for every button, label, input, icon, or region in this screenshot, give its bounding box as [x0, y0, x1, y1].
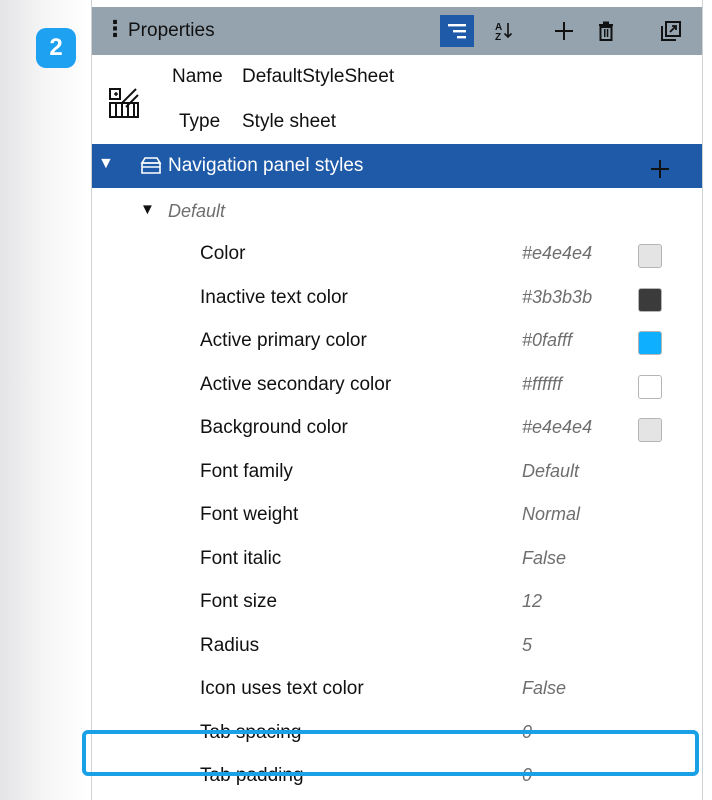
property-row[interactable]: Color #e4e4e4	[92, 233, 702, 276]
sort-alphabetical-button[interactable]: A Z	[487, 15, 521, 47]
property-value[interactable]: #e4e4e4	[522, 243, 592, 264]
property-value[interactable]: False	[522, 548, 566, 569]
property-row[interactable]: Icon uses text color False	[92, 668, 702, 711]
delete-button[interactable]	[589, 15, 623, 47]
property-name: Font weight	[200, 504, 299, 525]
property-row[interactable]: Font family Default	[92, 451, 702, 494]
plus-icon	[555, 22, 573, 40]
type-label: Type	[179, 111, 221, 132]
property-name: Font family	[200, 460, 293, 482]
section-navigation-panel-styles[interactable]: ▼ Navigation panel styles	[92, 144, 702, 188]
property-value[interactable]: Default	[522, 461, 579, 482]
name-value: DefaultStyleSheet	[242, 66, 395, 87]
expand-caret-icon[interactable]: ▼	[98, 155, 114, 173]
property-value[interactable]: #0fafff	[522, 330, 572, 351]
property-value[interactable]: 5	[522, 635, 532, 656]
property-name: Active primary color	[200, 330, 367, 351]
color-swatch[interactable]	[638, 331, 662, 355]
property-value[interactable]: #3b3b3b	[522, 287, 592, 308]
panel-title: Properties	[128, 20, 215, 41]
trash-icon	[599, 21, 613, 41]
property-name: Tab padding	[200, 765, 304, 786]
property-name: Color	[200, 243, 246, 264]
property-name: Inactive text color	[200, 286, 348, 308]
property-row[interactable]: Radius 5	[92, 625, 702, 668]
style-sheet-icon	[109, 88, 139, 118]
color-swatch[interactable]	[638, 374, 662, 399]
property-name: Active secondary color	[200, 373, 392, 395]
property-name: Font size	[200, 591, 278, 612]
categorize-icon	[448, 24, 466, 39]
add-button[interactable]	[547, 15, 581, 47]
property-value[interactable]: 0	[522, 722, 532, 743]
property-name: Background color	[200, 417, 348, 438]
subsection-default[interactable]: ▼ Default	[92, 189, 702, 233]
name-label: Name	[172, 66, 223, 87]
property-row[interactable]: Background color #e4e4e4	[92, 407, 702, 450]
color-swatch[interactable]	[638, 418, 662, 442]
external-window-icon	[661, 21, 681, 41]
property-name: Font italic	[200, 547, 282, 569]
property-row[interactable]: Inactive text color #3b3b3b	[92, 277, 702, 320]
property-value[interactable]: False	[522, 678, 566, 699]
drag-handle-icon[interactable]: ⋮	[104, 17, 126, 41]
expand-caret-icon[interactable]: ▼	[140, 201, 155, 218]
color-swatch[interactable]	[638, 287, 662, 312]
property-value[interactable]: 12	[522, 591, 542, 612]
plus-icon	[651, 159, 669, 178]
property-name: Tab spacing	[200, 721, 302, 743]
svg-text:Z: Z	[495, 32, 501, 42]
property-row[interactable]: Active primary color #0fafff	[92, 320, 702, 363]
categorized-view-button[interactable]	[440, 15, 474, 47]
style-sheet-info: Name DefaultStyleSheet Type Style sheet	[92, 55, 702, 143]
property-name: Icon uses text color	[200, 678, 364, 699]
subsection-label: Default	[168, 201, 226, 221]
property-row[interactable]: Tab padding 0	[92, 755, 702, 798]
type-value: Style sheet	[242, 111, 336, 132]
property-row[interactable]: Font italic False	[92, 538, 702, 581]
properties-panel: ⋮ Properties A Z Name DefaultStyleSheet …	[91, 0, 703, 800]
property-row[interactable]: Font weight Normal	[92, 494, 702, 537]
property-value[interactable]: 0	[522, 765, 532, 786]
color-swatch[interactable]	[638, 244, 662, 268]
property-value[interactable]: #e4e4e4	[522, 417, 592, 438]
property-row[interactable]: Font size 12	[92, 581, 702, 624]
open-in-window-button[interactable]	[654, 15, 688, 47]
section-label: Navigation panel styles	[168, 155, 364, 176]
properties-header: ⋮ Properties A Z	[92, 7, 702, 55]
property-row[interactable]: Active secondary color #ffffff	[92, 364, 702, 407]
property-row[interactable]: Tab spacing 0	[92, 712, 702, 755]
add-style-button[interactable]	[640, 146, 680, 186]
property-value[interactable]: #ffffff	[522, 374, 562, 395]
sort-az-icon: A Z	[495, 22, 513, 42]
property-name: Radius	[200, 634, 260, 656]
step-number-badge: 2	[36, 28, 76, 68]
layers-icon	[140, 157, 162, 174]
property-value[interactable]: Normal	[522, 504, 580, 525]
